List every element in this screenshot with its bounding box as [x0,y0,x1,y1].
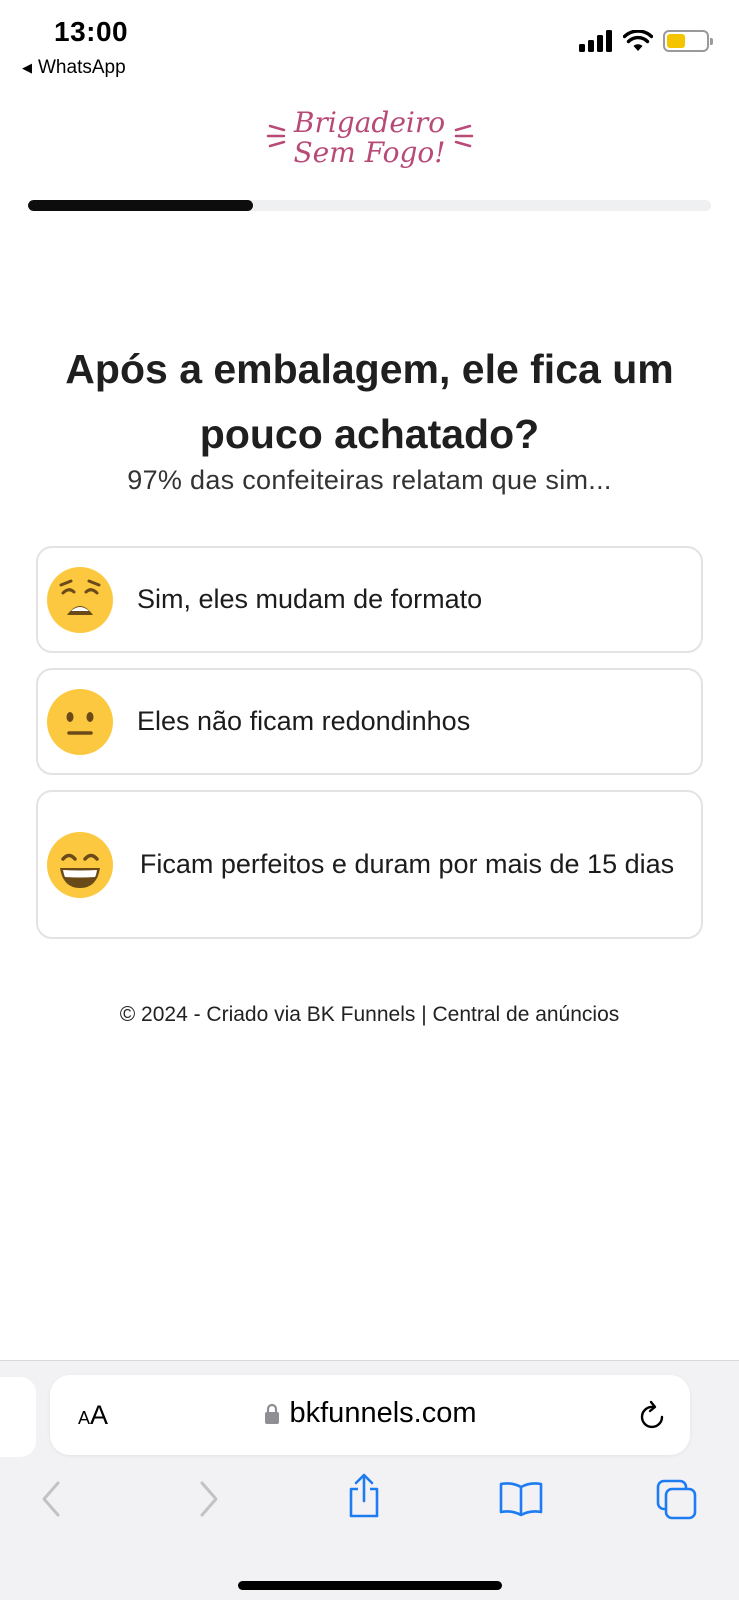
answer-option[interactable]: Sim, eles mudam de formato [36,546,703,653]
status-icons [579,30,713,52]
browser-toolbar: AA bkfunnels.com [0,1360,739,1600]
neutral-face-icon [47,688,113,755]
answer-option[interactable]: Ficam perfeitos e duram por mais de 15 d… [36,790,703,939]
home-indicator [238,1581,502,1590]
status-time: 13:00 [54,16,129,47]
share-icon[interactable] [346,1473,382,1524]
logo-right-dashes [452,118,474,159]
lock-icon [264,1403,279,1424]
answer-option[interactable]: Eles não ficam redondinhos [36,668,703,775]
back-triangle-icon: ◀ [22,60,32,75]
address-url-text: bkfunnels.com [289,1397,477,1429]
browser-nav-row [0,1473,739,1529]
cellular-signal-icon [579,30,612,52]
quiz-progress-bar [28,200,711,211]
question-title: Após a embalagem, ele fica um pouco acha… [65,346,674,457]
status-bar: 13:00 ◀ WhatsApp [0,0,739,84]
logo-line-2: Sem Fogo! [293,136,446,169]
back-chevron-icon[interactable] [38,1479,64,1524]
wifi-icon [623,30,653,51]
forward-chevron-icon[interactable] [196,1479,222,1524]
previous-tab-peek[interactable] [0,1377,36,1457]
bookmarks-icon[interactable] [498,1481,544,1522]
tabs-icon[interactable] [656,1479,698,1526]
page-footer: © 2024 - Criado via BK Funnels | Central… [119,1003,620,1026]
answer-option-label: Eles não ficam redondinhos [137,706,471,736]
back-app-label: WhatsApp [38,57,126,78]
answer-option-label: Sim, eles mudam de formato [137,584,483,614]
reload-icon[interactable] [638,1397,668,1436]
weary-face-icon [47,566,113,633]
battery-icon [663,30,713,52]
quiz-progress-fill [28,200,254,211]
logo-left-dashes [266,118,288,159]
address-url[interactable]: bkfunnels.com [50,1397,690,1430]
brand-logo: Brigadeiro Sem Fogo! [0,108,739,168]
answer-option-label: Ficam perfeitos e duram por mais de 15 d… [139,849,675,879]
logo-line-1: Brigadeiro [293,106,446,139]
grinning-face-icon [47,831,113,898]
question-subtitle: 97% das confeiteiras relatam que sim... [127,465,612,495]
logo-text: Brigadeiro Sem Fogo! [294,108,446,168]
back-to-app-link[interactable]: ◀ WhatsApp [22,57,126,79]
address-bar[interactable]: AA bkfunnels.com [50,1375,690,1455]
